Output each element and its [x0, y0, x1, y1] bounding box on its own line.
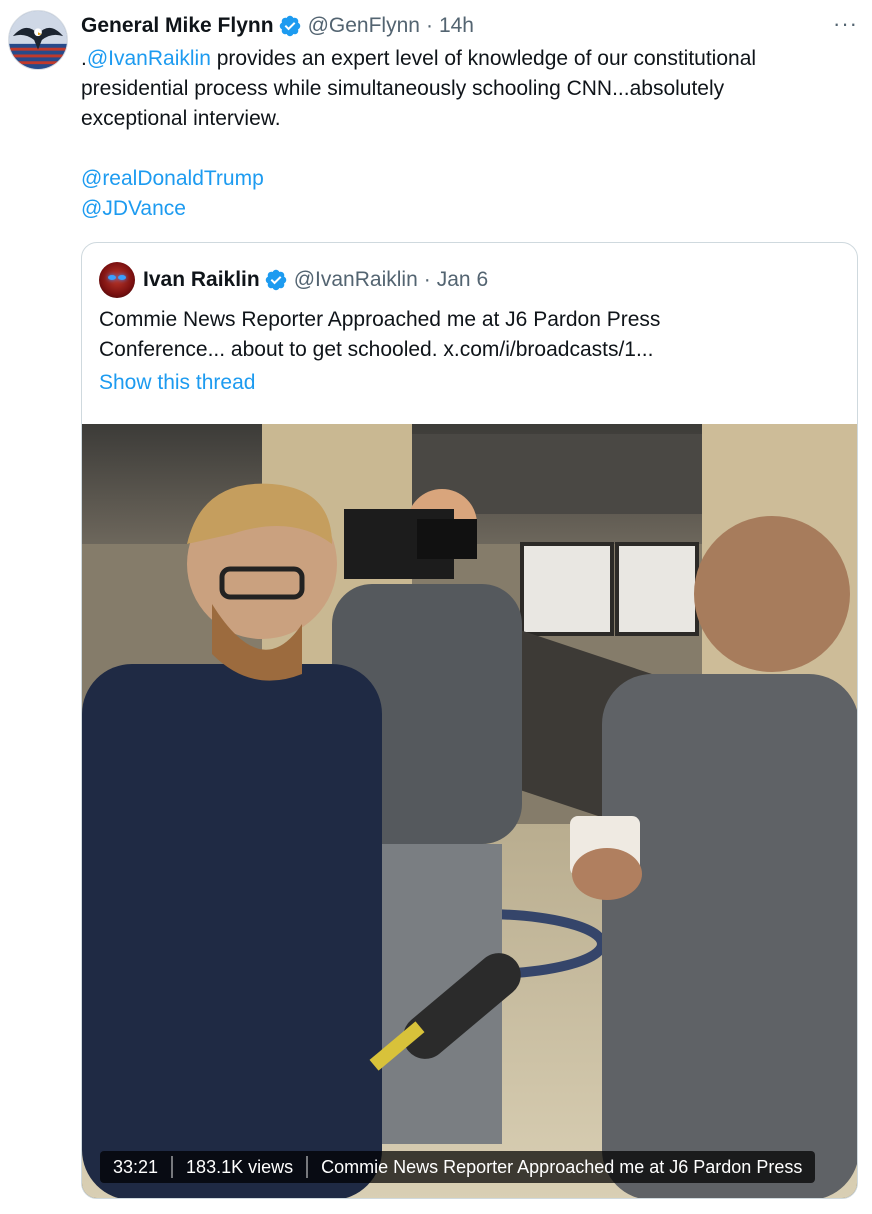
quoted-text-line-1: Commie News Reporter Approached me at J6…	[99, 308, 661, 331]
separator-dot: ·	[423, 268, 431, 291]
text-line-1-rest: provides an expert level of knowledge of…	[210, 47, 757, 70]
show-thread-link[interactable]: Show this thread	[99, 371, 255, 395]
video-frame-image	[82, 424, 857, 1198]
eagle-flag-avatar-icon	[9, 11, 67, 69]
video-duration: 33:21	[113, 1156, 159, 1177]
avatar-eye-left	[108, 275, 116, 280]
video-title: Commie News Reporter Approached me at J6…	[321, 1156, 803, 1177]
quoted-tweet-date[interactable]: Jan 6	[437, 268, 488, 292]
tweet-header: General Mike Flynn @GenFlynn · 14h	[81, 12, 852, 40]
tweet-text: .@IvanRaiklin provides an expert level o…	[81, 44, 851, 224]
tweet-time[interactable]: 14h	[439, 14, 474, 38]
author-handle[interactable]: @GenFlynn	[308, 14, 420, 38]
mention-jdvance[interactable]: @JDVance	[81, 197, 186, 220]
separator-dot: ·	[425, 14, 433, 37]
author-avatar[interactable]	[8, 10, 68, 70]
mention-realdonaldtrump[interactable]: @realDonaldTrump	[81, 167, 264, 190]
verified-badge-icon	[264, 268, 288, 292]
quoted-text-line-2: Conference... about to get schooled. x.c…	[99, 338, 654, 361]
video-info-bar: 33:21 183.1K views Commie News Reporter …	[100, 1151, 816, 1183]
quoted-author-name[interactable]: Ivan Raiklin	[143, 268, 260, 292]
quoted-tweet-header: Ivan Raiklin @IvanRaiklin · Jan 6	[99, 262, 488, 298]
video-views: 183.1K views	[186, 1156, 294, 1177]
quoted-author-handle[interactable]: @IvanRaiklin	[294, 268, 418, 292]
quoted-tweet-card[interactable]: Ivan Raiklin @IvanRaiklin · Jan 6 Commie…	[81, 242, 858, 1199]
quoted-tweet-text: Commie News Reporter Approached me at J6…	[99, 305, 839, 365]
video-player[interactable]	[82, 424, 857, 1198]
mention-ivanraiklin[interactable]: @IvanRaiklin	[87, 47, 211, 70]
more-options-icon[interactable]: ···	[833, 12, 858, 36]
tweet-text-line-2: presidential process while simultaneousl…	[81, 77, 725, 100]
quoted-author-avatar[interactable]	[99, 262, 135, 298]
tweet-text-line-1: .@IvanRaiklin provides an expert level o…	[81, 44, 851, 74]
author-name[interactable]: General Mike Flynn	[81, 14, 274, 38]
verified-badge-icon	[278, 14, 302, 38]
avatar-eye-right	[118, 275, 126, 280]
tweet-text-line-3: exceptional interview.	[81, 107, 281, 130]
